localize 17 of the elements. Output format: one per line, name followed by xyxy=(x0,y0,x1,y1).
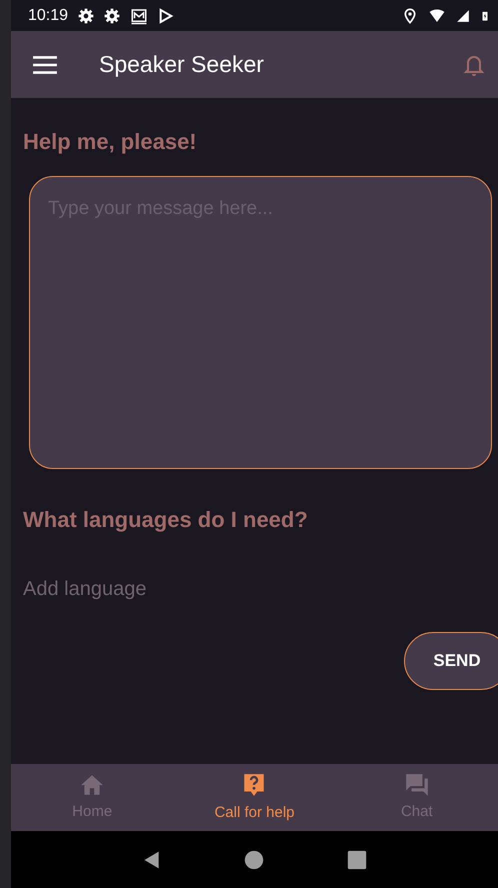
section-heading: What languages do I need? xyxy=(23,506,309,534)
home-icon[interactable] xyxy=(244,850,264,870)
signal-icon xyxy=(456,8,470,24)
language-field[interactable]: Add language xyxy=(23,574,223,604)
recents-icon[interactable] xyxy=(346,850,367,870)
nav-tab[interactable]: Call for help xyxy=(173,764,336,831)
mail-icon xyxy=(130,6,148,24)
play-icon xyxy=(158,8,174,24)
settings-icon xyxy=(104,8,120,24)
app-title: Speaker Seeker xyxy=(99,50,264,80)
wifi-icon xyxy=(428,8,446,24)
status-time: 10:19 xyxy=(28,6,68,26)
settings-icon xyxy=(78,8,94,24)
chat-icon xyxy=(404,772,430,798)
send-button[interactable]: SEND xyxy=(404,632,498,690)
section-heading: Help me, please! xyxy=(23,128,198,156)
location-icon xyxy=(402,8,418,24)
